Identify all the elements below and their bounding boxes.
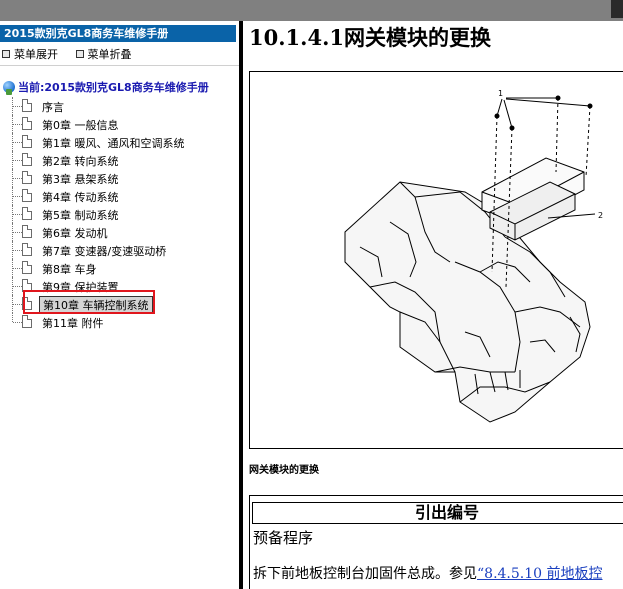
tree-item-label: 第3章 悬架系统 <box>42 173 119 186</box>
document-icon <box>22 315 32 328</box>
tree-item[interactable]: 第1章 暖风、通风和空调系统 <box>8 133 228 151</box>
content-pane: 10.1.4.1网关模块的更换 1 2 网关模块的更换 引出编号 预备程序 拆下… <box>243 21 623 589</box>
red-highlight-box <box>23 290 155 314</box>
tree-connector <box>12 313 14 322</box>
tree-connector-horizontal <box>13 178 22 179</box>
tree-item-label: 第1章 暖风、通风和空调系统 <box>42 137 185 150</box>
page-title: 10.1.4.1网关模块的更换 <box>249 25 491 50</box>
document-icon <box>22 99 32 112</box>
tree-item-label: 第0章 一般信息 <box>42 119 119 132</box>
tree-connector-horizontal <box>13 322 22 323</box>
tree-item[interactable]: 第7章 变速器/变速驱动桥 <box>8 241 228 259</box>
collapse-icon <box>75 50 84 58</box>
window-top-bar <box>0 0 623 21</box>
tree-connector-horizontal <box>13 124 22 125</box>
step-text: 拆下前地板控制台加固件总成。参见 <box>253 566 477 582</box>
callout-2-label: 2 <box>598 211 603 220</box>
document-icon <box>22 171 32 184</box>
prep-label: 预备程序 <box>253 529 314 547</box>
menu-expand-label: 菜单展开 <box>14 48 58 61</box>
tree-connector-horizontal <box>13 196 22 197</box>
document-icon <box>22 261 32 274</box>
tree-item[interactable]: 第4章 传动系统 <box>8 187 228 205</box>
tree-item-label: 第11章 附件 <box>42 317 104 330</box>
document-icon <box>22 189 32 202</box>
tree-root-label: 当前:2015款别克GL8商务车维修手册 <box>18 81 209 94</box>
tree-item-label: 第8章 车身 <box>42 263 97 276</box>
menu-operations: 菜单展开 菜单折叠 <box>2 46 146 62</box>
tree-connector-horizontal <box>13 160 22 161</box>
tree-connector-horizontal <box>13 304 22 305</box>
tree-connector-horizontal <box>13 214 22 215</box>
tree-connector-horizontal <box>13 250 22 251</box>
tree-connector-horizontal <box>13 232 22 233</box>
tree-item-label: 第4章 传动系统 <box>42 191 119 204</box>
procedure-table: 引出编号 预备程序 拆下前地板控制台加固件总成。参见“8.4.5.10 前地板控 <box>249 495 623 589</box>
tree-item[interactable]: 第3章 悬架系统 <box>8 169 228 187</box>
menu-collapse-label: 菜单折叠 <box>87 48 132 61</box>
reference-link[interactable]: “8.4.5.10 前地板控 <box>477 566 603 582</box>
document-icon <box>22 243 32 256</box>
tree-item-label: 第5章 制动系统 <box>42 209 119 222</box>
tree-item[interactable]: 第8章 车身 <box>8 259 228 277</box>
document-icon <box>22 135 32 148</box>
gateway-module-diagram: 1 2 <box>344 89 603 423</box>
procedure-step: 拆下前地板控制台加固件总成。参见“8.4.5.10 前地板控 <box>253 563 603 583</box>
tree-connector-horizontal <box>13 286 22 287</box>
table-header: 引出编号 <box>252 502 623 524</box>
tree-item[interactable]: 第0章 一般信息 <box>8 115 228 133</box>
tree-connector-horizontal <box>13 106 22 107</box>
tree-item[interactable]: 第6章 发动机 <box>8 223 228 241</box>
menu-expand-button[interactable]: 菜单展开 <box>2 46 58 62</box>
tree-item[interactable]: 第5章 制动系统 <box>8 205 228 223</box>
tree-item-label: 第2章 转向系统 <box>42 155 119 168</box>
document-icon <box>22 207 32 220</box>
menu-divider <box>0 65 239 66</box>
tree-connector-horizontal <box>13 268 22 269</box>
callout-1-label: 1 <box>498 89 503 98</box>
figure-caption: 网关模块的更换 <box>249 465 319 476</box>
tree-connector-horizontal <box>13 142 22 143</box>
book-title-bar: 2015款别克GL8商务车维修手册 <box>0 25 236 42</box>
tree-root-current[interactable]: 当前:2015款别克GL8商务车维修手册 <box>3 79 209 95</box>
document-icon <box>22 117 32 130</box>
document-icon <box>22 153 32 166</box>
document-icon <box>22 225 32 238</box>
globe-icon <box>3 81 15 95</box>
menu-collapse-button[interactable]: 菜单折叠 <box>75 46 132 62</box>
tree-item-label: 第7章 变速器/变速驱动桥 <box>42 245 167 258</box>
tree-item[interactable]: 第11章 附件 <box>8 313 228 331</box>
expand-icon <box>2 50 10 58</box>
tree-item-label: 第6章 发动机 <box>42 227 108 240</box>
component-illustration: 1 2 <box>249 71 623 449</box>
tree-item[interactable]: 第2章 转向系统 <box>8 151 228 169</box>
window-corner-mark <box>611 0 623 18</box>
tree-item-label: 序言 <box>42 101 64 114</box>
tree-item[interactable]: 序言 <box>8 97 228 115</box>
